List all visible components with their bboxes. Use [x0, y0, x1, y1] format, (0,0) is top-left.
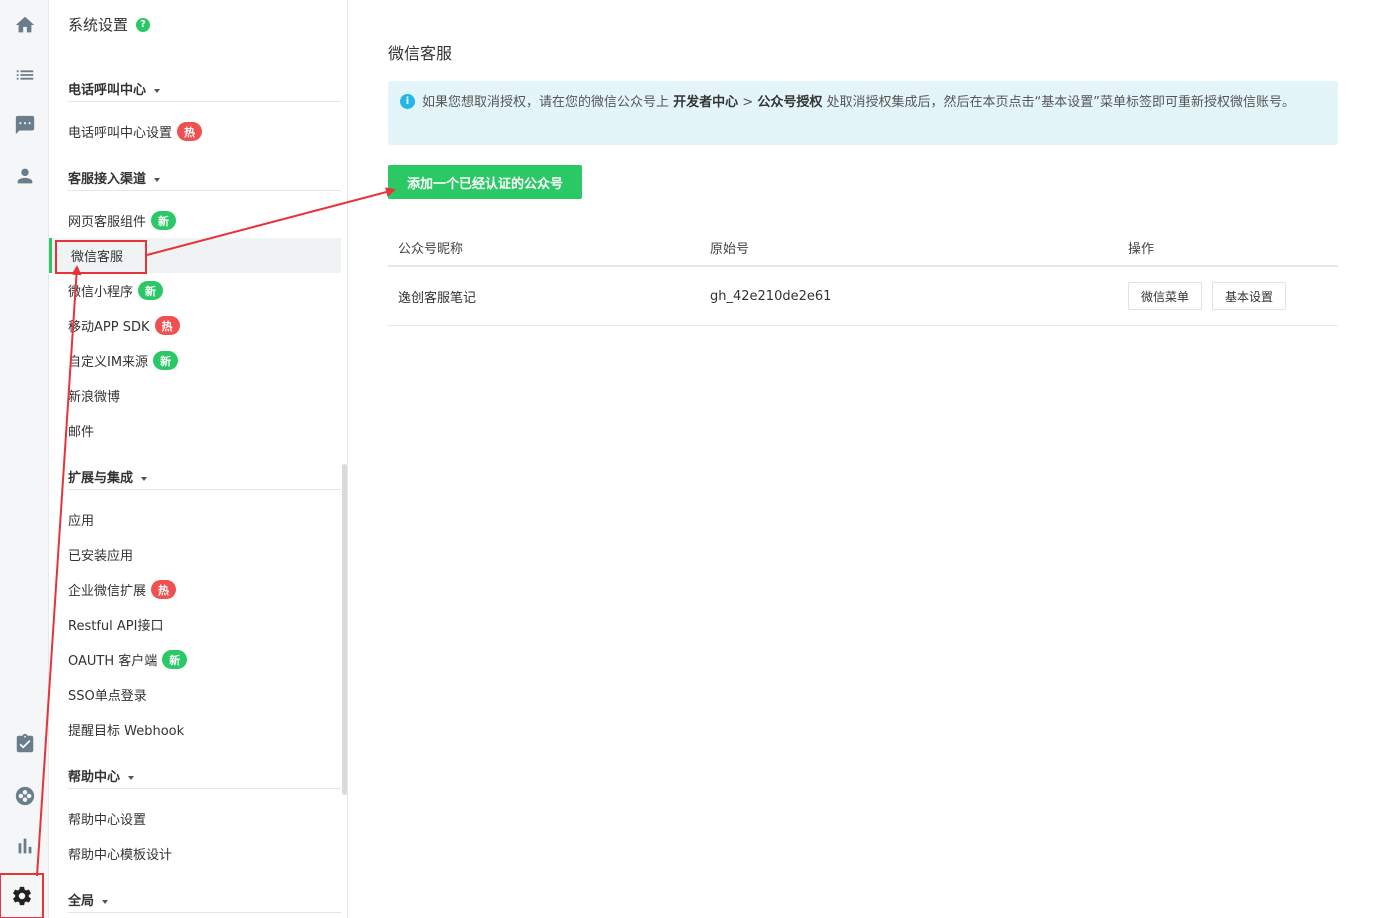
add-account-button[interactable]: 添加一个已经认证的公众号 — [388, 165, 582, 199]
cell-nickname: 逸创客服笔记 — [398, 290, 477, 306]
menu-item-label: 已安装应用 — [68, 549, 134, 564]
group-label: 扩展与集成 — [68, 471, 134, 486]
menu-item-mini-program[interactable]: 微信小程序 新 — [68, 273, 164, 308]
alert-bold-developer-center: 开发者中心 — [673, 95, 739, 110]
wechat-menu-button[interactable]: 微信菜单 — [1128, 282, 1203, 310]
alert-bold-authorization: 公众号授权 — [757, 95, 823, 110]
menu-item-custom-im[interactable]: 自定义IM来源 新 — [68, 343, 179, 378]
menu-item-help-template[interactable]: 帮助中心模板设计 — [68, 836, 172, 871]
menu-item-oauth[interactable]: OAUTH 客户端 新 — [68, 642, 188, 677]
menu-item-label: 微信小程序 — [68, 285, 134, 300]
menu-item-label: 移动APP SDK — [68, 320, 150, 335]
table-row: 逸创客服笔记 gh_42e210de2e61 微信菜单 基本设置 — [388, 267, 1338, 326]
alert-separator: > — [738, 95, 758, 110]
alert-text: 如果您想取消授权，请在您的微信公众号上 — [422, 95, 674, 110]
table-header: 公众号昵称 原始号 操作 — [388, 230, 1338, 267]
new-badge: 新 — [153, 351, 179, 370]
header-original-id: 原始号 — [710, 242, 750, 257]
menu-item-weibo[interactable]: 新浪微博 — [68, 378, 120, 413]
page-title: 微信客服 — [388, 44, 453, 63]
cell-original-id: gh_42e210de2e61 — [710, 288, 832, 304]
menu-item-label: OAUTH 客户端 — [68, 654, 158, 669]
help-icon[interactable]: ? — [136, 17, 151, 32]
task-icon — [16, 733, 33, 753]
user-icon — [17, 168, 32, 184]
group-help-center[interactable]: 帮助中心 — [68, 766, 341, 789]
menu-item-help-settings[interactable]: 帮助中心设置 — [68, 801, 146, 836]
group-label: 客服接入渠道 — [68, 172, 147, 187]
menu-item-sso[interactable]: SSO单点登录 — [68, 677, 147, 712]
group-extensions[interactable]: 扩展与集成 — [68, 467, 341, 490]
caret-down-icon — [141, 476, 148, 481]
nav-user[interactable] — [0, 151, 49, 201]
menu-scrollbar[interactable] — [342, 464, 347, 795]
menu-item-label: SSO单点登录 — [68, 689, 147, 704]
menu-item-webhook[interactable]: 提醒目标 Webhook — [68, 712, 184, 747]
group-phone[interactable]: 电话呼叫中心 — [68, 79, 341, 102]
caret-down-icon — [154, 88, 161, 93]
group-global[interactable]: 全局 — [68, 890, 341, 913]
bar-chart-icon — [18, 838, 31, 854]
caret-down-icon — [154, 177, 161, 182]
gear-icon — [12, 886, 31, 906]
new-badge: 新 — [138, 281, 164, 300]
nav-tasks[interactable] — [0, 719, 49, 769]
menu-title-text: 系统设置 — [68, 16, 129, 34]
menu-item-installed-apps[interactable]: 已安装应用 — [68, 537, 133, 572]
nav-support[interactable] — [0, 771, 49, 821]
hot-badge: 热 — [151, 580, 177, 599]
menu-item-restful-api[interactable]: Restful API接口 — [68, 607, 163, 642]
menu-item-web-widget[interactable]: 网页客服组件 新 — [68, 203, 177, 238]
menu-item-label: Restful API接口 — [68, 619, 164, 634]
menu-title: 系统设置 ? — [68, 14, 151, 35]
menu-item-label: 自定义IM来源 — [68, 355, 149, 370]
lifebuoy-icon — [15, 786, 34, 806]
menu-item-label: 应用 — [68, 514, 95, 529]
info-icon: i — [400, 94, 415, 109]
group-channels[interactable]: 客服接入渠道 — [68, 168, 341, 191]
nav-reports[interactable] — [0, 821, 49, 871]
basic-settings-button[interactable]: 基本设置 — [1212, 282, 1287, 310]
caret-down-icon — [102, 899, 109, 904]
caret-down-icon — [128, 775, 135, 780]
main-content: 微信客服 i 如果您想取消授权，请在您的微信公众号上 开发者中心 > 公众号授权… — [348, 0, 1395, 918]
menu-item-phone-settings[interactable]: 电话呼叫中心设置 热 — [68, 114, 203, 149]
alert-text-tail: 处取消授权集成后，然后在本页点击“基本设置”菜单标签即可重新授权微信账号。 — [822, 95, 1295, 110]
home-icon — [15, 16, 34, 33]
new-badge: 新 — [162, 650, 188, 669]
menu-item-label: 新浪微博 — [68, 390, 121, 405]
list-icon — [16, 70, 33, 80]
menu-item-label: 电话呼叫中心设置 — [68, 126, 173, 141]
group-label: 电话呼叫中心 — [68, 83, 147, 98]
new-badge: 新 — [151, 211, 177, 230]
header-actions: 操作 — [1128, 242, 1155, 257]
menu-item-label: 提醒目标 Webhook — [68, 724, 185, 739]
menu-item-label: 帮助中心模板设计 — [68, 848, 173, 863]
nav-home[interactable] — [0, 0, 49, 50]
chat-icon — [15, 115, 34, 135]
nav-chat[interactable] — [0, 100, 49, 150]
hot-badge: 热 — [154, 316, 180, 335]
menu-item-apps[interactable]: 应用 — [68, 502, 94, 537]
annotation-highlight-box — [55, 240, 147, 274]
group-label: 帮助中心 — [68, 770, 121, 785]
settings-menu: 系统设置 ? 电话呼叫中心 电话呼叫中心设置 热 客服接入渠道 网页客服组件 新… — [49, 0, 348, 918]
nav-settings[interactable] — [0, 873, 44, 918]
menu-item-label: 网页客服组件 — [68, 215, 147, 230]
menu-item-app-sdk[interactable]: 移动APP SDK 热 — [68, 308, 180, 343]
menu-item-wework[interactable]: 企业微信扩展 热 — [68, 572, 177, 607]
icon-rail — [0, 0, 49, 918]
accounts-table: 公众号昵称 原始号 操作 逸创客服笔记 gh_42e210de2e61 微信菜单… — [388, 230, 1338, 326]
info-alert: i 如果您想取消授权，请在您的微信公众号上 开发者中心 > 公众号授权 处取消授… — [388, 81, 1338, 145]
hot-badge: 热 — [177, 122, 203, 141]
menu-item-email[interactable]: 邮件 — [68, 413, 94, 448]
cell-actions: 微信菜单 基本设置 — [1128, 267, 1296, 325]
menu-item-label: 邮件 — [68, 425, 95, 440]
header-nickname: 公众号昵称 — [398, 242, 464, 257]
menu-item-label: 帮助中心设置 — [68, 813, 147, 828]
group-label: 全局 — [68, 894, 95, 909]
nav-list[interactable] — [0, 50, 49, 100]
menu-item-label: 企业微信扩展 — [68, 584, 147, 599]
